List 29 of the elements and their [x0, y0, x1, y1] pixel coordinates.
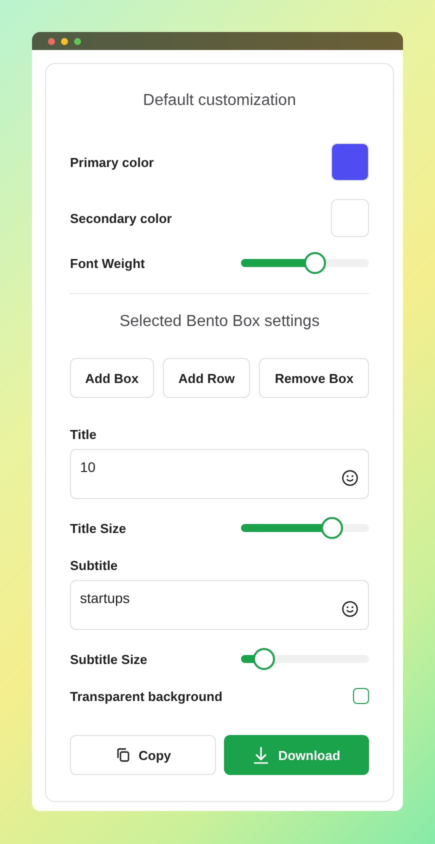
copy-button[interactable]: Copy: [70, 735, 216, 775]
setting-label: Primary color: [70, 154, 154, 170]
setting-label: Font Weight: [70, 256, 145, 270]
action-button[interactable]: Remove Box: [259, 358, 369, 398]
checkbox[interactable]: [353, 688, 369, 704]
download-icon: [252, 746, 270, 764]
copy-icon: [114, 747, 130, 763]
color-swatch[interactable]: [331, 199, 369, 237]
slider-handle[interactable]: [304, 252, 326, 274]
window-control[interactable]: [74, 38, 81, 44]
setting-label: Subtitle Size: [70, 652, 148, 666]
section-heading: Selected Bento Box settings: [118, 313, 321, 332]
window-control[interactable]: [61, 38, 68, 44]
slider-handle[interactable]: [253, 648, 276, 670]
setting-label: Subtitle: [70, 558, 119, 573]
action-button[interactable]: Add Box: [70, 358, 154, 398]
setting-label: Transparent background: [70, 688, 222, 704]
window-control[interactable]: [48, 38, 55, 44]
emoji-icon[interactable]: [341, 469, 359, 487]
setting-label: Title: [70, 427, 98, 442]
slider-handle[interactable]: [320, 517, 343, 539]
text-field[interactable]: 10: [70, 449, 369, 499]
text-field[interactable]: startups: [70, 580, 369, 630]
setting-label: Secondary color: [70, 210, 172, 226]
emoji-icon[interactable]: [341, 600, 359, 618]
setting-label: Title Size: [70, 520, 126, 536]
section-heading: Default customization: [142, 92, 297, 111]
color-swatch[interactable]: [331, 143, 369, 181]
action-button[interactable]: Add Row: [162, 358, 250, 398]
